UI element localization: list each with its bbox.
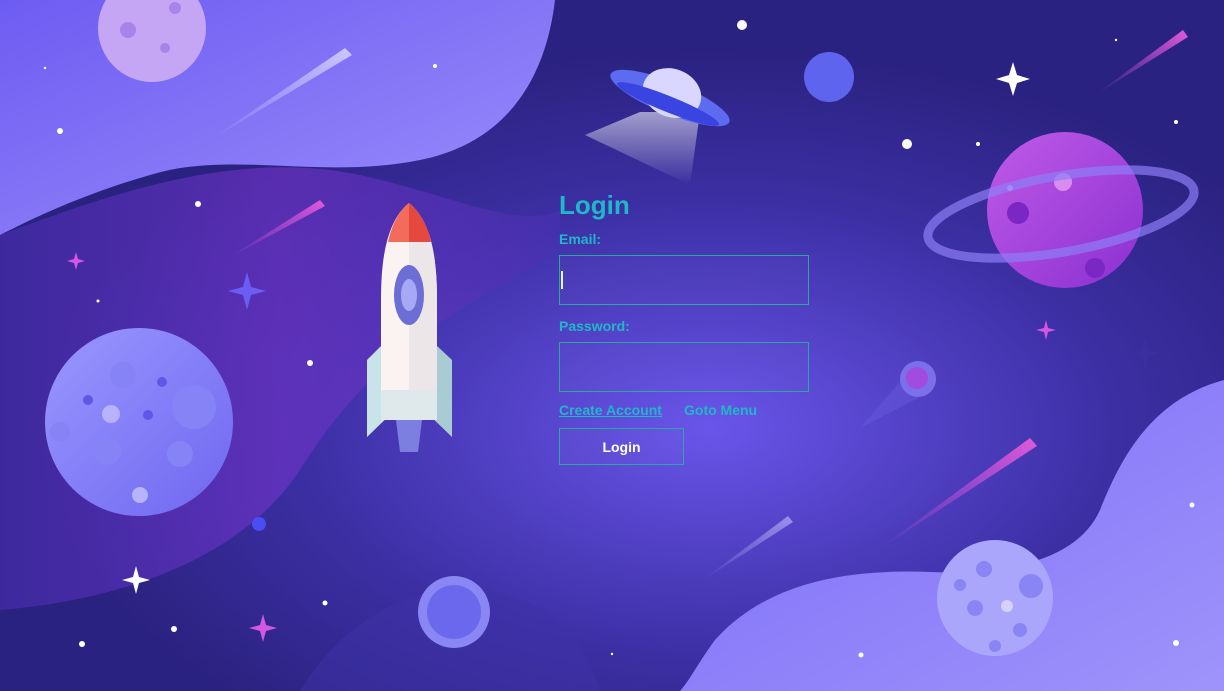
email-label: Email:	[559, 231, 602, 247]
password-label: Password:	[559, 318, 630, 334]
ring-moon-icon	[418, 576, 490, 648]
cratered-planet-small-icon	[937, 540, 1053, 656]
text-caret	[561, 271, 563, 289]
login-button[interactable]: Login	[559, 428, 684, 465]
cratered-planet-icon	[45, 328, 233, 516]
dot-blue	[252, 517, 266, 531]
small-moon-icon	[804, 52, 854, 102]
password-input[interactable]	[559, 342, 809, 392]
goto-menu-link[interactable]: Goto Menu	[684, 402, 757, 418]
email-input[interactable]	[559, 255, 809, 305]
create-account-link[interactable]: Create Account	[559, 402, 662, 418]
login-title: Login	[559, 190, 630, 220]
